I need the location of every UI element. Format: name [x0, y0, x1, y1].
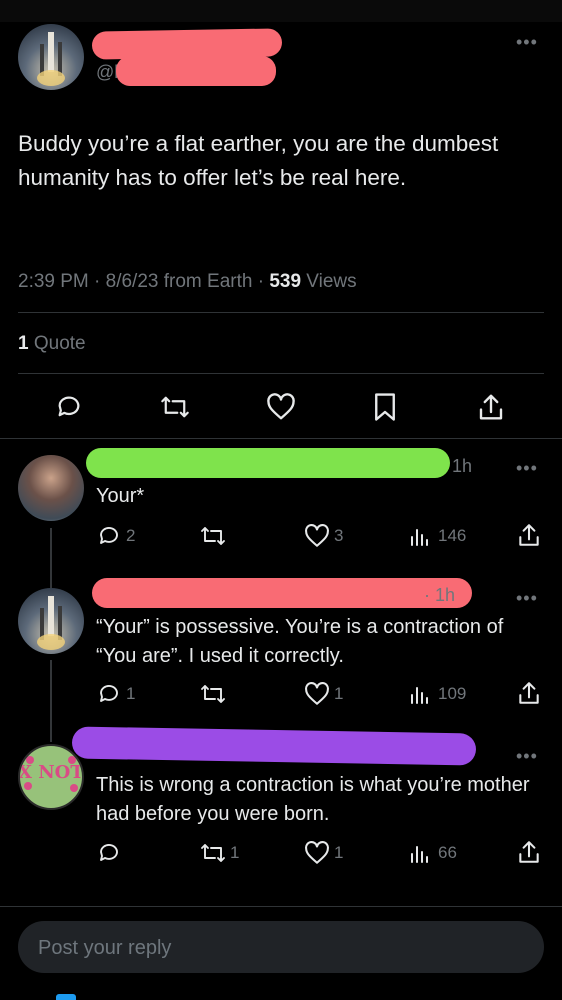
share-icon[interactable] [478, 392, 504, 422]
reply-composer[interactable] [18, 921, 544, 973]
divider [0, 906, 562, 907]
retweet-icon[interactable] [160, 393, 190, 421]
reply-icon[interactable] [97, 524, 121, 548]
divider [18, 312, 544, 313]
views-count: 66 [438, 843, 457, 862]
divider [0, 438, 562, 439]
retweet-icon[interactable] [200, 524, 226, 548]
views-icon[interactable] [408, 682, 432, 706]
tweet-time: 2:39 PM · 8/6/23 from Earth · [18, 271, 270, 292]
reply-avatar[interactable] [18, 588, 84, 654]
like-icon[interactable] [304, 841, 330, 865]
divider [18, 373, 544, 374]
redacted-name-scribble [91, 28, 283, 60]
views-count: 146 [438, 526, 467, 545]
reply-avatar[interactable]: TX NOTE [18, 744, 84, 810]
like-count: 1 [334, 684, 344, 703]
retweet-icon[interactable] [200, 682, 226, 706]
like-icon[interactable] [304, 682, 330, 706]
tweet-timestamp: 2:39 PM · 8/6/23 from Earth · 539 Views [18, 271, 357, 293]
reply-count: 1 [126, 684, 136, 703]
redacted-name-scribble [86, 448, 450, 478]
tx-note-logo-icon: TX NOTE [20, 756, 82, 792]
reply-text: “Your” is possessive. You’re is a contra… [96, 616, 504, 667]
main-avatar[interactable] [18, 24, 84, 90]
reply-icon[interactable] [55, 393, 83, 421]
like-count: 1 [334, 843, 344, 862]
retweet-icon[interactable] [200, 841, 226, 865]
like-icon[interactable] [304, 524, 330, 548]
reply-icon[interactable] [97, 841, 121, 865]
rocket-image-icon [37, 596, 65, 650]
thread-line [50, 660, 52, 742]
reply-time: · 1h [424, 585, 456, 605]
views-icon[interactable] [408, 524, 432, 548]
more-horizontal-icon[interactable]: ••• [516, 32, 538, 53]
more-horizontal-icon[interactable]: ••• [516, 588, 538, 609]
quote-count-link[interactable]: 1 Quote [18, 333, 86, 355]
views-label: Views [301, 271, 357, 292]
more-horizontal-icon[interactable]: ••• [516, 746, 538, 767]
share-icon[interactable] [518, 680, 540, 706]
retweet-count: 1 [230, 843, 240, 862]
avatar-text: TX NOTE [20, 762, 82, 783]
redacted-name-scribble [92, 578, 472, 608]
like-icon[interactable] [266, 393, 296, 421]
quote-count: 1 [18, 333, 29, 354]
share-icon[interactable] [518, 522, 540, 548]
reply-icon[interactable] [97, 682, 121, 706]
more-horizontal-icon[interactable]: ••• [516, 458, 538, 479]
reply-avatar[interactable] [18, 455, 84, 521]
share-icon[interactable] [518, 839, 540, 865]
reply-input[interactable] [36, 933, 520, 963]
reply-count: 2 [126, 526, 136, 545]
reply-text: This is wrong a contraction is what you’… [96, 774, 530, 825]
quote-label: Quote [28, 333, 86, 354]
bottom-indicator [56, 994, 76, 1000]
redacted-handle-scribble [116, 56, 276, 86]
reply-text: Your* [96, 485, 145, 507]
bookmark-icon[interactable] [372, 392, 398, 422]
like-count: 3 [334, 526, 344, 545]
reply-time: 1h [452, 456, 473, 476]
views-count: 109 [438, 684, 467, 703]
views-icon[interactable] [408, 841, 432, 865]
rocket-image-icon [37, 32, 65, 86]
redacted-name-scribble [71, 726, 477, 766]
views-count: 539 [269, 271, 302, 292]
top-bar [0, 0, 562, 22]
thread-line [50, 528, 52, 588]
main-tweet-text: Buddy you’re a flat earther, you are the… [18, 131, 499, 190]
